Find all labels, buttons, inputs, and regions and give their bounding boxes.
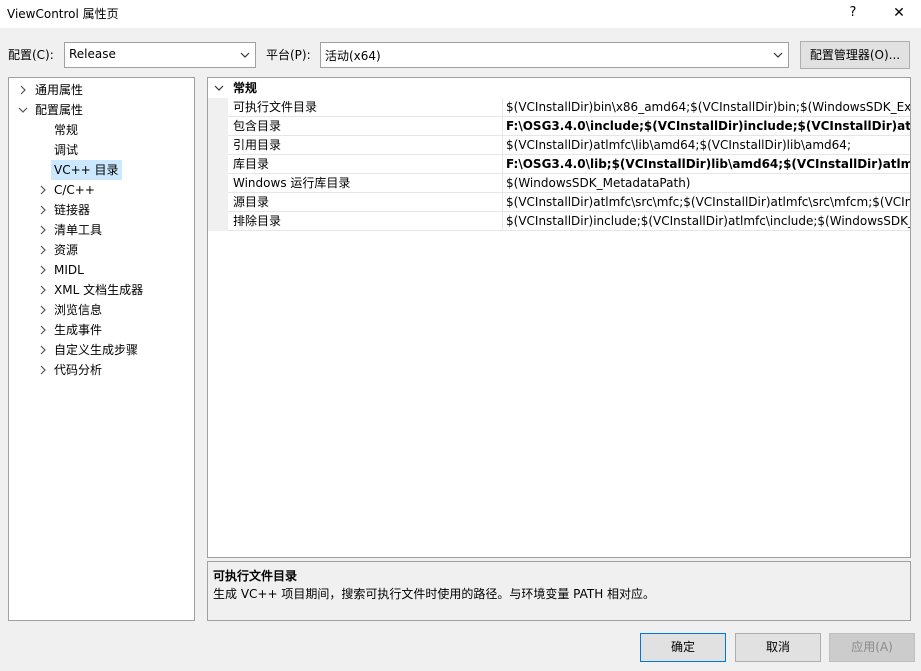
chevron-right-icon[interactable]	[38, 220, 48, 240]
tree-item-label: 配置属性	[35, 103, 84, 117]
property-tree: 通用属性配置属性常规调试 VC++ 目录 C/C++ 链接器清单工具资源 MIDL XML…	[8, 77, 195, 621]
tree-item[interactable]: 调试	[9, 140, 194, 160]
close-button[interactable]: ✕	[884, 2, 914, 24]
chevron-right-icon[interactable]	[18, 80, 28, 100]
tree-item[interactable]: 代码分析	[9, 360, 194, 380]
configuration-label: 配置(C):	[8, 48, 54, 62]
row-gutter	[208, 98, 228, 117]
tree-item-label: MIDL	[54, 263, 84, 277]
property-value[interactable]: $(VCInstallDir)bin\x86_amd64;$(VCInstall…	[506, 98, 910, 117]
chevron-down-icon	[214, 85, 224, 91]
property-name: 引用目录	[233, 136, 503, 155]
help-button[interactable]: ?	[838, 2, 868, 24]
chevron-down-icon	[773, 52, 783, 58]
tree-item-label: 自定义生成步骤	[54, 343, 139, 357]
tree-item-label: 常规	[54, 123, 79, 137]
tree-item[interactable]: 常规	[9, 120, 194, 140]
property-name: 库目录	[233, 155, 503, 174]
chevron-down-icon	[240, 52, 250, 58]
tree-item[interactable]: 资源	[9, 240, 194, 260]
property-name: 包含目录	[233, 117, 503, 136]
title-bar: ViewControl 属性页 ? ✕	[0, 0, 921, 28]
tree-item[interactable]: MIDL	[9, 260, 194, 280]
platform-dropdown[interactable]: 活动(x64)	[320, 42, 789, 68]
window-title: ViewControl 属性页	[7, 7, 119, 21]
tree-item-label: C/C++	[54, 183, 95, 197]
chevron-down-icon[interactable]	[18, 100, 28, 120]
row-gutter	[208, 117, 228, 136]
chevron-right-icon[interactable]	[38, 240, 48, 260]
cancel-button[interactable]: 取消	[735, 633, 821, 662]
property-row[interactable]: 引用目录 $(VCInstallDir)atlmfc\lib\amd64;$(VC…	[208, 136, 910, 155]
property-row[interactable]: 可执行文件目录 $(VCInstallDir)bin\x86_amd64;$(VC…	[208, 98, 910, 117]
chevron-right-icon[interactable]	[38, 200, 48, 220]
property-name: 可执行文件目录	[233, 98, 503, 117]
tree-item-label: 代码分析	[54, 363, 103, 377]
platform-value: 活动(x64)	[325, 49, 381, 63]
section-label: 常规	[233, 81, 258, 95]
tree-item[interactable]: XML 文档生成器	[9, 280, 194, 300]
row-gutter	[208, 212, 228, 231]
description-text: 生成 VC++ 项目期间，搜索可执行文件时使用的路径。与环境变量 PATH 相对…	[213, 587, 656, 601]
property-row[interactable]: 库目录 F:\OSG3.4.0\lib;$(VCInstallDir)lib\am…	[208, 155, 910, 174]
tree-item-label: 生成事件	[54, 323, 103, 337]
chevron-right-icon[interactable]	[38, 180, 48, 200]
description-title: 可执行文件目录	[213, 569, 298, 583]
apply-button[interactable]: 应用(A)	[829, 633, 915, 662]
tree-item[interactable]: 链接器	[9, 200, 194, 220]
chevron-right-icon[interactable]	[38, 360, 48, 380]
platform-label: 平台(P):	[266, 48, 311, 62]
row-gutter	[208, 193, 228, 212]
property-row[interactable]: 源目录 $(VCInstallDir)atlmfc\src\mfc;$(VCIns…	[208, 193, 910, 212]
row-gutter	[208, 174, 228, 193]
tree-item[interactable]: 通用属性	[9, 80, 194, 100]
property-value[interactable]: $(WindowsSDK_MetadataPath)	[506, 174, 910, 193]
property-value[interactable]: $(VCInstallDir)include;$(VCInstallDir)at…	[506, 212, 910, 231]
property-value[interactable]: $(VCInstallDir)atlmfc\src\mfc;$(VCInstal…	[506, 193, 910, 212]
property-name: 排除目录	[233, 212, 503, 231]
row-gutter	[208, 136, 228, 155]
tree-item-label: 链接器	[54, 203, 91, 217]
property-name: 源目录	[233, 193, 503, 212]
property-grid: 常规 可执行文件目录 $(VCInstallDir)bin\x86_amd64;$…	[207, 77, 911, 558]
property-row[interactable]: 排除目录 $(VCInstallDir)include;$(VCInstallDi…	[208, 212, 910, 231]
description-panel: 可执行文件目录 生成 VC++ 项目期间，搜索可执行文件时使用的路径。与环境变量…	[207, 561, 911, 621]
tree-item[interactable]: 自定义生成步骤	[9, 340, 194, 360]
property-value[interactable]: F:\OSG3.4.0\lib;$(VCInstallDir)lib\amd64…	[506, 155, 910, 174]
chevron-right-icon[interactable]	[38, 340, 48, 360]
chevron-right-icon[interactable]	[38, 320, 48, 340]
chevron-right-icon[interactable]	[38, 300, 48, 320]
row-gutter	[208, 155, 228, 174]
tree-item-label: XML 文档生成器	[54, 283, 144, 297]
tree-item[interactable]: 清单工具	[9, 220, 194, 240]
tree-item[interactable]: 配置属性	[9, 100, 194, 120]
tree-item-label: 浏览信息	[54, 303, 103, 317]
property-row[interactable]: Windows 运行库目录 $(WindowsSDK_MetadataPath)	[208, 174, 910, 193]
tree-item-label: VC++ 目录	[51, 160, 122, 180]
configuration-value: Release	[69, 47, 116, 61]
tree-item-label: 清单工具	[54, 223, 103, 237]
configuration-manager-button[interactable]: 配置管理器(O)...	[800, 41, 910, 69]
tree-item-label: 资源	[54, 243, 79, 257]
tree-item[interactable]: 生成事件	[9, 320, 194, 340]
configuration-dropdown[interactable]: Release	[64, 42, 256, 68]
property-row[interactable]: 包含目录 F:\OSG3.4.0\include;$(VCInstallDir)i…	[208, 117, 910, 136]
property-value[interactable]: F:\OSG3.4.0\include;$(VCInstallDir)inclu…	[506, 117, 910, 136]
section-header-general[interactable]: 常规	[208, 78, 910, 98]
property-name: Windows 运行库目录	[233, 174, 503, 193]
tree-item-label: 通用属性	[35, 83, 84, 97]
chevron-right-icon[interactable]	[38, 260, 48, 280]
tree-item[interactable]: 浏览信息	[9, 300, 194, 320]
tree-item[interactable]: VC++ 目录	[9, 160, 194, 180]
tree-item[interactable]: C/C++	[9, 180, 194, 200]
chevron-right-icon[interactable]	[38, 280, 48, 300]
property-value[interactable]: $(VCInstallDir)atlmfc\lib\amd64;$(VCInst…	[506, 136, 910, 155]
tree-item-label: 调试	[54, 143, 79, 157]
ok-button[interactable]: 确定	[640, 633, 726, 662]
